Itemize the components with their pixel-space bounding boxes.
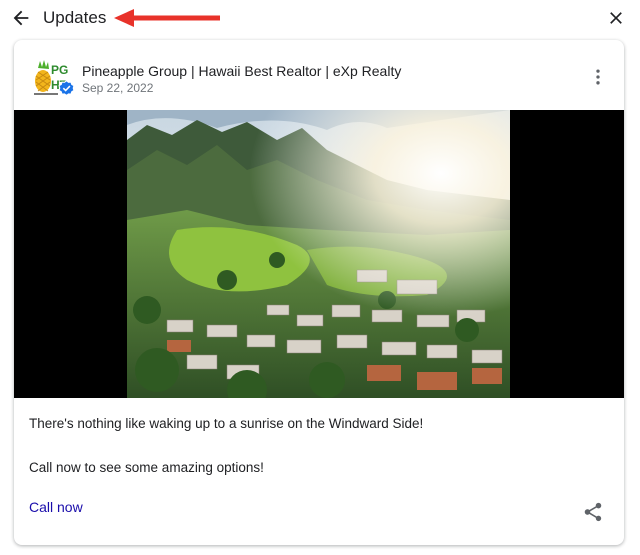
- update-card: PG HT Pineapple Group | Hawaii Best Real…: [14, 40, 624, 545]
- header: Updates: [0, 0, 640, 38]
- logo-text-pg: PG: [51, 63, 68, 77]
- page-title: Updates: [43, 8, 107, 27]
- post-text-line: Call now to see some amazing options!: [29, 460, 264, 475]
- verified-badge-icon: [58, 80, 75, 97]
- post-photo[interactable]: [127, 110, 510, 398]
- post-date: Sep 22, 2022: [82, 81, 154, 95]
- business-name[interactable]: Pineapple Group | Hawaii Best Realtor | …: [82, 63, 401, 79]
- more-vert-icon[interactable]: [588, 67, 608, 87]
- post-text-line: There's nothing like waking up to a sunr…: [29, 416, 424, 431]
- call-now-link[interactable]: Call now: [29, 499, 83, 515]
- share-icon[interactable]: [582, 501, 604, 523]
- post-media[interactable]: [14, 110, 624, 398]
- arrow-back-icon[interactable]: [10, 7, 32, 29]
- close-icon[interactable]: [606, 8, 626, 28]
- annotation-arrow-icon: [114, 9, 220, 27]
